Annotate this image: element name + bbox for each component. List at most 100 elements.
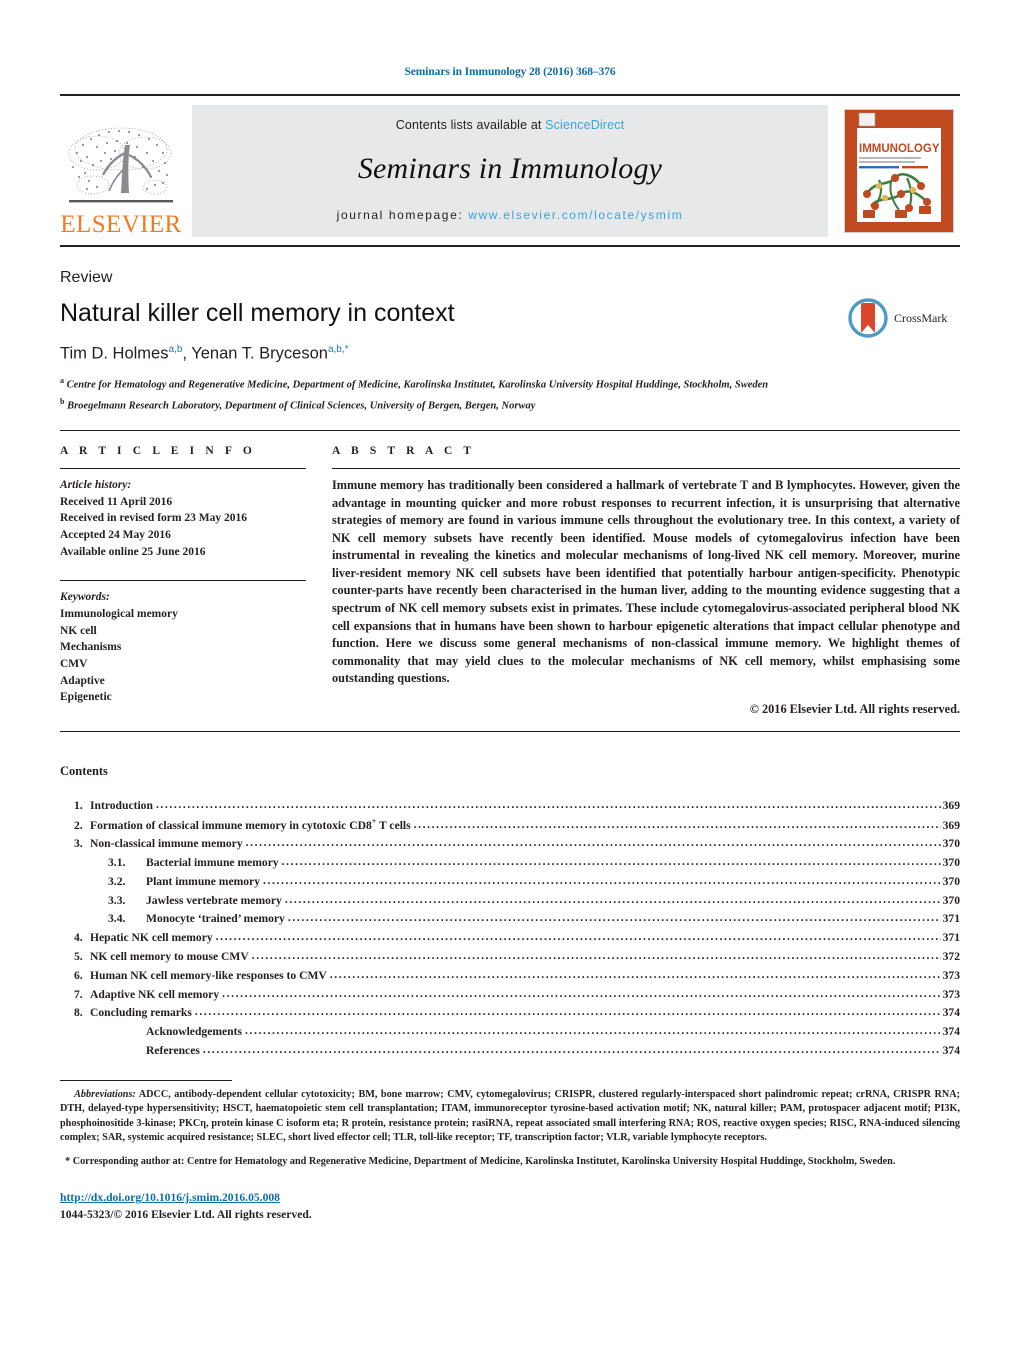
journal-banner: Contents lists available at ScienceDirec… xyxy=(192,105,828,237)
toc-entry-page: 371 xyxy=(942,912,960,926)
svg-text:Seminars in: Seminars in xyxy=(859,129,901,138)
document-type-label: Review xyxy=(60,269,113,286)
toc-entry[interactable]: 3.3. Jawless vertebrate memory...........… xyxy=(60,892,960,911)
elsevier-wordmark: ELSEVIER xyxy=(60,211,182,238)
toc-entry-number: 8. xyxy=(74,1006,83,1020)
toc-entry[interactable]: 3.1. Bacterial immune memory.............… xyxy=(60,854,960,873)
footnotes-section: Abbreviations: ADCC, antibody-dependent … xyxy=(60,1080,960,1224)
author-list: Tim D. Holmesa,b, Yenan T. Brycesona,b,* xyxy=(60,343,349,363)
toc-entry[interactable]: 4. Hepatic NK cell memory................… xyxy=(60,929,960,948)
toc-entry-page: 373 xyxy=(942,968,960,982)
toc-entry-number: 1. xyxy=(74,798,83,812)
journal-cover-thumbnail[interactable]: Seminars in IMMUNOLOGY xyxy=(838,105,960,237)
affiliation-b: b Broegelmann Research Laboratory, Depar… xyxy=(60,396,960,414)
history-item-online: Available online 25 June 2016 xyxy=(60,545,206,558)
doi-block: http://dx.doi.org/10.1016/j.smim.2016.05… xyxy=(60,1189,960,1223)
affiliation-b-marker: b xyxy=(60,396,65,406)
keyword-item: NK cell xyxy=(60,624,97,637)
toc-entry-label: Introduction xyxy=(90,798,153,812)
affiliation-b-text: Broegelmann Research Laboratory, Departm… xyxy=(67,400,536,412)
toc-entry-number: 5. xyxy=(74,950,83,964)
toc-entry-number: 3. xyxy=(74,837,83,851)
keyword-item: Epigenetic xyxy=(60,691,112,704)
keyword-item: Mechanisms xyxy=(60,641,122,654)
issn-copyright-line: 1044-5323/© 2016 Elsevier Ltd. All right… xyxy=(60,1207,312,1221)
toc-entry-label: Non-classical immune memory xyxy=(90,837,243,851)
article-header: Review Natural killer cell memory in con… xyxy=(60,269,960,414)
info-abstract-columns: A R T I C L E I N F O Article history: R… xyxy=(60,431,960,717)
doi-link[interactable]: http://dx.doi.org/10.1016/j.smim.2016.05… xyxy=(60,1189,960,1206)
svg-text:IMMUNOLOGY: IMMUNOLOGY xyxy=(859,143,940,155)
keywords-rule xyxy=(60,580,306,582)
info-bottom-rule xyxy=(60,730,960,732)
journal-homepage-link[interactable]: www.elsevier.com/locate/ysmim xyxy=(468,208,683,222)
toc-entry-page: 373 xyxy=(942,987,960,1001)
journal-cover-image: Seminars in IMMUNOLOGY xyxy=(844,109,954,233)
abbreviations-label: Abbreviations: xyxy=(74,1089,136,1100)
toc-leader-dots: ........................................… xyxy=(413,817,941,831)
journal-title: Seminars in Immunology xyxy=(357,152,663,185)
toc-entry[interactable]: 8. Concluding remarks....................… xyxy=(60,1004,960,1023)
toc-entry[interactable]: 2. Formation of classical immune memory i… xyxy=(60,816,960,836)
toc-entry-label: Concluding remarks xyxy=(90,1006,192,1020)
affiliation-a-text: Centre for Hematology and Regenerative M… xyxy=(66,379,769,391)
corresponding-author-text: * Corresponding author at: Centre for He… xyxy=(65,1155,896,1167)
toc-entry-page: 370 xyxy=(942,893,960,907)
toc-entry-page: 372 xyxy=(942,950,960,964)
contents-available-line: Contents lists available at ScienceDirec… xyxy=(396,118,624,132)
toc-entry-number: 3.1. xyxy=(108,856,126,870)
toc-entry[interactable]: 3.2. Plant immune memory.................… xyxy=(60,873,960,892)
homepage-prefix-text: journal homepage: xyxy=(336,208,469,222)
toc-entry-label: Plant immune memory xyxy=(146,874,260,888)
elsevier-logo[interactable]: ELSEVIER xyxy=(60,105,182,237)
toc-leader-dots: ........................................… xyxy=(244,1024,941,1038)
toc-entry-page: 371 xyxy=(942,931,960,945)
affiliation-a-marker: a xyxy=(60,376,64,385)
toc-leader-dots: ........................................… xyxy=(202,1042,941,1056)
abbreviations-text: ADCC, antibody-dependent cellular cytoto… xyxy=(60,1089,961,1144)
toc-leader-dots: ........................................… xyxy=(222,986,941,1000)
article-info-rule xyxy=(60,467,306,469)
toc-entry-page: 374 xyxy=(942,1006,960,1020)
abstract-rule xyxy=(332,467,960,469)
toc-entry[interactable]: 7. Adaptive NK cell memory...............… xyxy=(60,986,960,1005)
toc-entry[interactable]: Acknowledgements........................… xyxy=(60,1023,960,1042)
toc-entry-number: 6. xyxy=(74,968,83,982)
toc-entry[interactable]: 5. NK cell memory to mouse CMV...........… xyxy=(60,948,960,967)
toc-entry-number: 3.4. xyxy=(108,912,126,926)
toc-leader-dots: ........................................… xyxy=(245,836,941,850)
keyword-item: Adaptive xyxy=(60,674,105,687)
toc-entry[interactable]: 6. Human NK cell memory-like responses to… xyxy=(60,967,960,986)
contents-heading: Contents xyxy=(60,763,108,778)
article-info-heading: A R T I C L E I N F O xyxy=(60,444,256,457)
sciencedirect-link[interactable]: ScienceDirect xyxy=(545,118,624,132)
abstract-heading: A B S T R A C T xyxy=(332,444,476,457)
affiliation-a: a Centre for Hematology and Regenerative… xyxy=(60,375,960,393)
history-item-accepted: Accepted 24 May 2016 xyxy=(60,528,171,541)
keywords-label: Keywords: xyxy=(60,591,110,604)
toc-entry-page: 370 xyxy=(942,856,960,870)
toc-leader-dots: ........................................… xyxy=(263,873,941,887)
toc-entry-label: References xyxy=(146,1043,200,1057)
crossmark-badge[interactable]: CrossMark xyxy=(848,295,960,341)
toc-entry[interactable]: 3. Non-classical immune memory...........… xyxy=(60,835,960,854)
toc-entry-label: Monocyte ‘trained’ memory xyxy=(146,912,285,926)
journal-homepage-line: journal homepage: www.elsevier.com/locat… xyxy=(337,208,684,222)
keyword-item: CMV xyxy=(60,658,88,671)
toc-entry-label: Bacterial immune memory xyxy=(146,856,279,870)
toc-entry-label: Formation of classical immune memory in … xyxy=(90,816,411,832)
toc-leader-dots: ........................................… xyxy=(287,911,941,925)
article-info-column: A R T I C L E I N F O Article history: R… xyxy=(60,445,306,717)
toc-entry[interactable]: 1. Introduction..........................… xyxy=(60,797,960,816)
toc-entry-number: 4. xyxy=(74,931,83,945)
toc-entry-label: NK cell memory to mouse CMV xyxy=(90,950,249,964)
toc-entry-page: 374 xyxy=(942,1025,960,1039)
table-of-contents: Contents 1. Introduction.................… xyxy=(60,764,960,1061)
toc-leader-dots: ........................................… xyxy=(329,967,941,981)
toc-entry-number: 7. xyxy=(74,987,83,1001)
toc-entry[interactable]: References..............................… xyxy=(60,1042,960,1061)
toc-entry[interactable]: 3.4. Monocyte ‘trained’ memory...........… xyxy=(60,910,960,929)
abstract-copyright: © 2016 Elsevier Ltd. All rights reserved… xyxy=(749,701,960,716)
toc-entry-label: Adaptive NK cell memory xyxy=(90,987,220,1001)
toc-entry-page: 369 xyxy=(942,818,960,832)
